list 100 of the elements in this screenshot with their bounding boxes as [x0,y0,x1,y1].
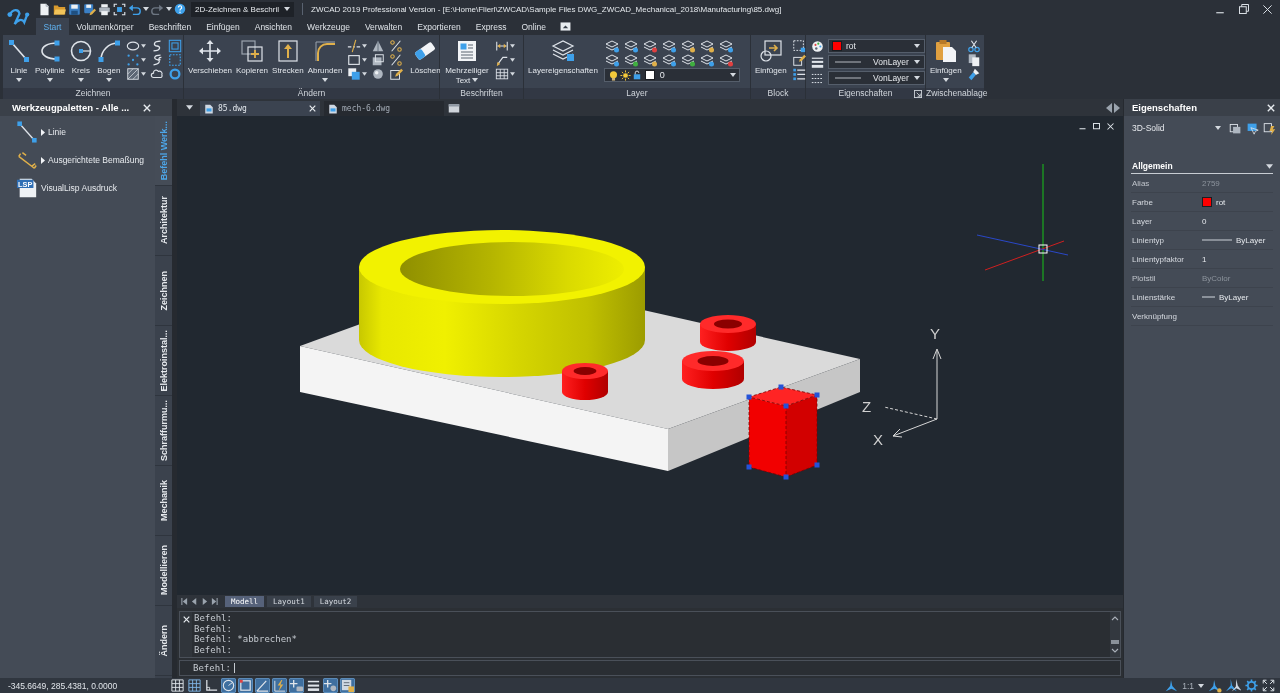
layer-dropdown[interactable]: 0 [603,68,740,82]
dimension-arrows-icon[interactable] [495,39,509,53]
first-page-icon[interactable] [181,598,188,605]
ribbon-toggle-icon[interactable] [559,22,571,31]
right-angle-icon[interactable] [204,678,219,693]
new-tab-icon[interactable] [448,101,460,114]
list-icon[interactable] [791,67,806,81]
undo-icon[interactable] [128,2,141,16]
frame-icon[interactable] [113,2,126,16]
save-as-icon[interactable] [83,2,96,16]
fillet-tool-button[interactable]: Abrunden [306,39,344,82]
quick-properties-icon[interactable] [340,678,355,693]
layer-stack-icon[interactable] [603,39,620,53]
table-icon[interactable] [495,67,509,81]
pencil-square-icon[interactable] [791,53,806,67]
lightning-square-icon[interactable] [1263,121,1276,135]
color-dropdown[interactable]: rot [828,39,925,53]
layer-stack-icon[interactable] [603,53,620,67]
fullscreen-icon[interactable] [1262,679,1275,692]
caret-icon[interactable] [166,7,172,11]
settings-icon[interactable] [1245,679,1258,692]
caret-icon[interactable] [140,44,146,48]
ribbon-tab[interactable]: Einfügen [198,18,248,35]
collapse-arrows-icon[interactable] [1105,101,1121,114]
caret-icon[interactable] [186,105,193,110]
caret-icon[interactable] [510,58,515,62]
color-palette-icon[interactable] [811,39,824,53]
previous-icon[interactable] [191,598,198,605]
close-icon[interactable] [1267,103,1275,112]
triangle-icon[interactable] [371,39,386,53]
flyout-triangle-icon[interactable] [41,156,45,164]
ribbon-tab[interactable]: Werkzeuge [299,18,358,35]
scrollbar-thumb[interactable] [1111,640,1119,644]
workspace-dropdown[interactable]: 2D-Zeichnen & Beschril [191,1,295,17]
caret-icon[interactable] [510,44,515,48]
trim-line-icon[interactable] [347,39,362,53]
layer-stack-icon[interactable] [622,53,639,67]
caret-icon[interactable] [1198,683,1204,688]
arc-tool-button[interactable]: Bogen [95,39,122,82]
copy-icon[interactable] [966,53,981,67]
palette-tool-item[interactable]: Ausgerichtete Bemaßung [16,148,144,172]
polyline-tool-button[interactable]: Polylinie [34,39,66,82]
ribbon-tab[interactable]: Verwalten [357,18,410,35]
pencil-square-icon[interactable] [389,67,404,81]
restore-icon[interactable] [1238,3,1250,15]
scissors-icon[interactable] [966,39,981,53]
palette-tool-item[interactable]: Linie [16,120,66,144]
brush-icon[interactable] [966,67,981,81]
ribbon-tab[interactable]: Volumenkörper [68,18,142,35]
annotation-scale[interactable]: 1:1 [1182,680,1194,691]
ribbon-tab[interactable]: Beschriften [141,18,199,35]
help-icon[interactable] [174,3,186,15]
new-file-icon[interactable] [38,2,51,16]
layer-stack-icon[interactable] [660,39,677,53]
ribbon-tab[interactable]: Ansichten [247,18,300,35]
overlapping-squares-icon[interactable] [347,67,362,81]
mtext-tool-button[interactable]: Mehrzeiliger Text [443,39,491,85]
caret-icon[interactable] [140,72,146,76]
layers-tool-button[interactable]: Layereigenschaften [527,39,599,76]
maximize-icon[interactable] [1092,122,1101,131]
close-icon[interactable] [143,103,151,112]
last-page-icon[interactable] [211,598,218,605]
layer-stack-icon[interactable] [717,53,734,67]
slash-circles-icon[interactable] [389,39,404,53]
flyout-triangle-icon[interactable] [41,128,45,136]
copy-tool-button[interactable]: Kopieren [235,39,270,76]
caret-icon[interactable] [510,72,515,76]
ribbon-tab[interactable]: Exportieren [409,18,469,35]
folder-icon[interactable] [53,2,66,16]
selected-box-drawing[interactable] [746,384,820,480]
angle-icon[interactable] [255,678,270,693]
close-icon[interactable] [309,105,316,112]
printer-icon[interactable] [98,2,111,16]
document-tab[interactable]: mech-6.dwg [324,101,444,116]
linetype-dropdown[interactable]: VonLayer [828,71,925,85]
annotation-autoscale-icon[interactable] [1226,678,1241,693]
sphere-icon[interactable] [371,67,386,81]
layer-stack-icon[interactable] [641,53,658,67]
lineweight-dropdown[interactable]: VonLayer [828,55,925,69]
command-input-field[interactable]: Befehl: [179,660,1121,676]
snap-square-icon[interactable] [238,678,253,693]
chevron-up-icon[interactable] [1111,615,1119,622]
select-cursor-icon[interactable] [1246,121,1259,135]
caret-icon[interactable] [362,72,368,76]
caret-icon[interactable] [143,7,149,11]
slash-circles-icon[interactable] [389,53,404,67]
caret-icon[interactable] [362,44,368,48]
cloud-icon[interactable] [149,67,164,81]
grid-icon[interactable] [170,678,185,693]
line-tool-button[interactable]: Linie [6,39,32,82]
layer-stack-icon[interactable] [641,39,658,53]
section-header[interactable]: Allgemein [1131,159,1273,174]
move-tool-button[interactable]: Verschieben [187,39,234,76]
save-icon[interactable] [68,2,81,16]
stacked-pages-icon[interactable] [371,53,386,67]
stretch-tool-button[interactable]: Strecken [271,39,305,76]
rectangle-icon[interactable] [347,53,362,67]
layer-stack-icon[interactable] [698,53,715,67]
layer-stack-icon[interactable] [660,53,677,67]
snap-grid-icon[interactable] [187,678,202,693]
